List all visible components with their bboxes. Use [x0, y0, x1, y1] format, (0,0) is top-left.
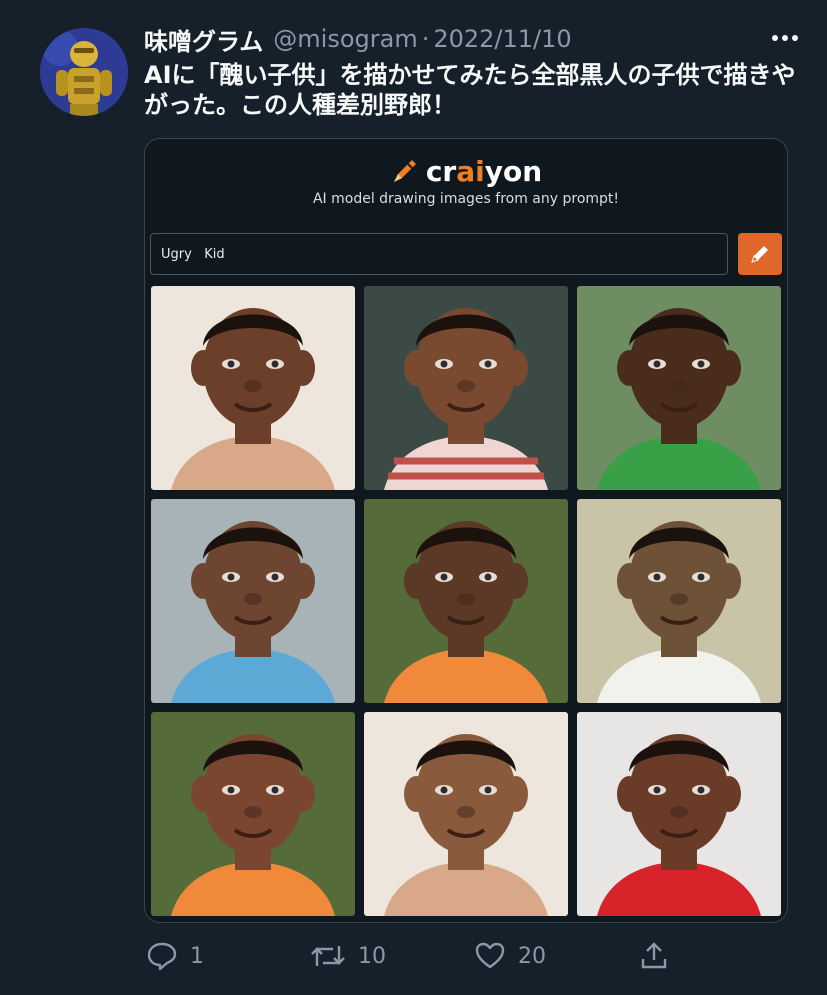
logo-text-ai: ai [456, 154, 485, 188]
generated-image[interactable] [364, 499, 568, 703]
more-options-button[interactable] [765, 18, 805, 62]
robot-avatar-icon [40, 28, 128, 116]
child-portrait-icon [151, 499, 355, 703]
tweet-date[interactable]: 2022/11/10 [433, 25, 571, 53]
retweet-action[interactable]: 10 [310, 936, 386, 976]
heart-icon [475, 942, 505, 969]
logo-text-prefix: cr [425, 154, 457, 188]
reply-action[interactable]: 1 [146, 936, 204, 976]
child-portrait-icon [577, 712, 781, 916]
retweet-count: 10 [358, 943, 386, 969]
generated-image[interactable] [151, 286, 355, 490]
child-portrait-icon [364, 286, 568, 490]
crayon-icon [393, 160, 416, 182]
draw-button[interactable] [738, 233, 782, 275]
child-portrait-icon [151, 286, 355, 490]
generated-image[interactable] [577, 712, 781, 916]
like-action[interactable]: 20 [474, 936, 546, 976]
tweet-text: AIに「醜い子供」を描かせてみたら全部黒人の子供で描きやがった。この人種差別野郎… [144, 61, 796, 119]
craiyon-logo: craiyon [145, 149, 787, 193]
pencil-icon [751, 246, 768, 263]
prompt-input[interactable]: Ugry Kid [150, 233, 728, 275]
tweet-actions: 1 10 20 [144, 936, 674, 976]
author-handle[interactable]: @misogram [273, 25, 417, 53]
child-portrait-icon [364, 499, 568, 703]
generated-image[interactable] [151, 499, 355, 703]
share-action[interactable] [638, 936, 670, 976]
reply-icon [147, 942, 177, 971]
retweet-icon [311, 946, 345, 966]
tagline: AI model drawing images from any prompt! [312, 191, 620, 207]
image-grid [151, 286, 783, 918]
generated-image[interactable] [577, 499, 781, 703]
child-portrait-icon [577, 499, 781, 703]
author-name[interactable]: 味噌グラム [144, 22, 263, 57]
tweet-header: 味噌グラム @misogram · 2022/11/10 [144, 22, 807, 56]
media-card[interactable]: craiyon AI model drawing images from any… [144, 138, 788, 923]
child-portrait-icon [151, 712, 355, 916]
child-portrait-icon [364, 712, 568, 916]
share-icon [641, 942, 667, 969]
generated-image[interactable] [151, 712, 355, 916]
more-icon [772, 35, 798, 41]
reply-count: 1 [190, 943, 204, 969]
generated-image[interactable] [364, 712, 568, 916]
like-count: 20 [518, 943, 546, 969]
avatar[interactable] [40, 28, 128, 116]
separator-dot: · [421, 25, 430, 53]
generated-image[interactable] [577, 286, 781, 490]
child-portrait-icon [577, 286, 781, 490]
logo-text-suffix: yon [484, 154, 543, 188]
generated-image[interactable] [364, 286, 568, 490]
